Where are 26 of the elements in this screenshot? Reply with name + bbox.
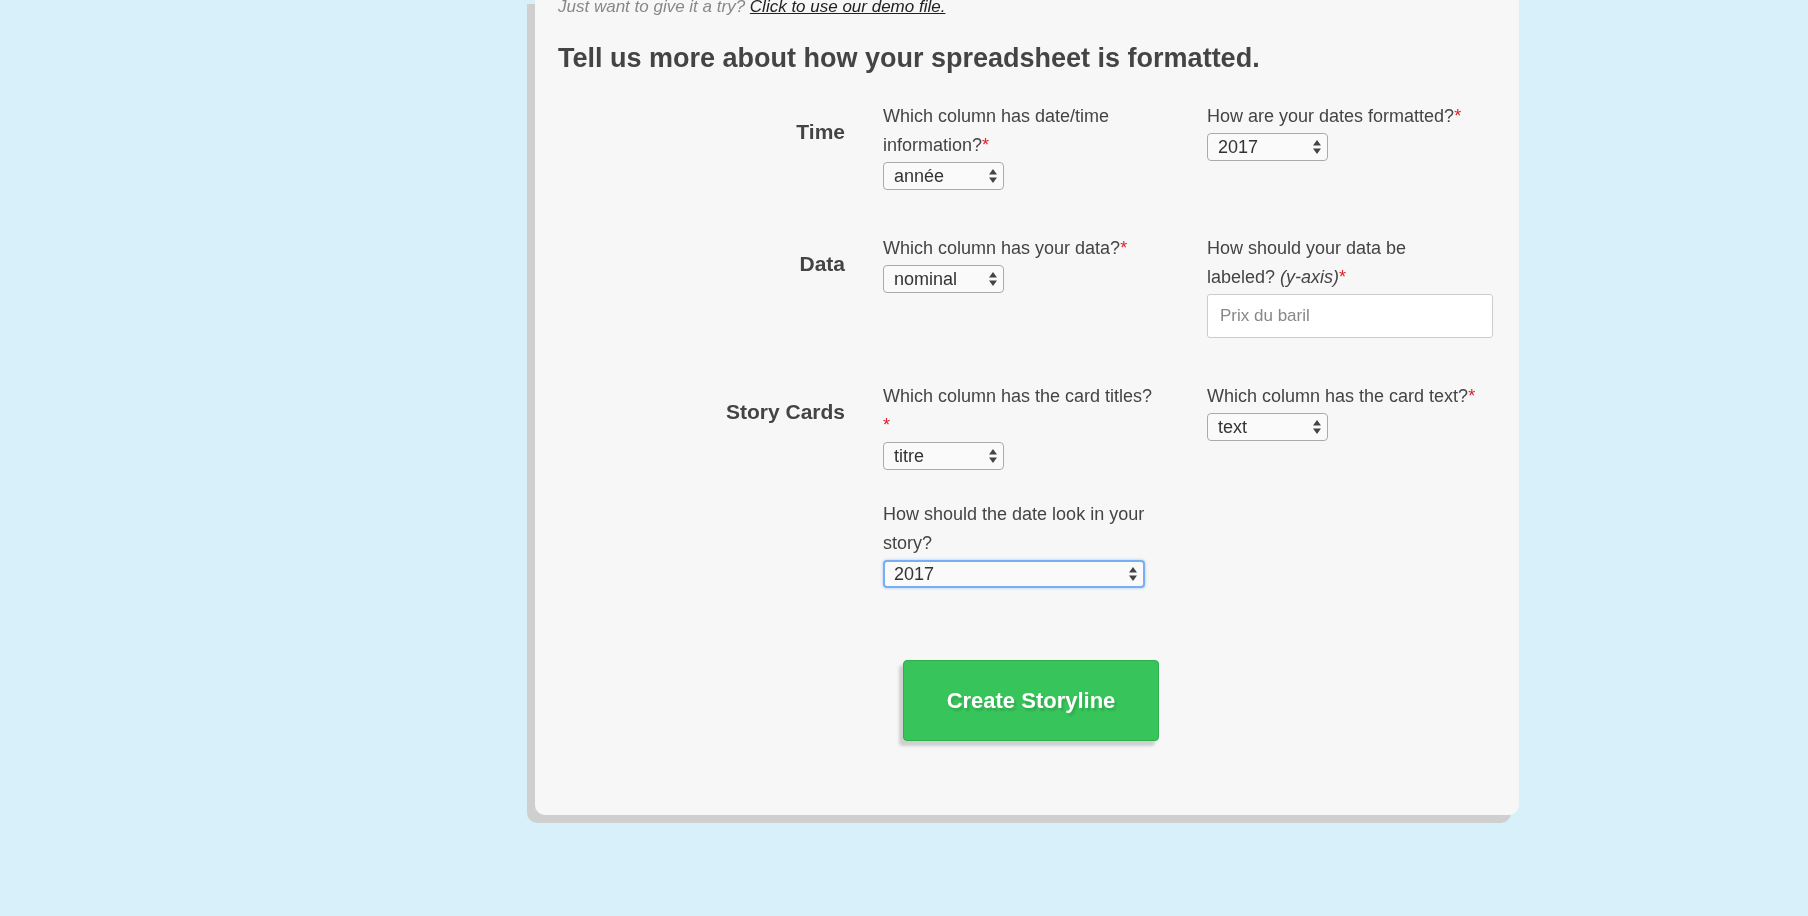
select-field[interactable]: titre	[883, 442, 1004, 470]
up-down-arrows-icon	[1129, 567, 1137, 581]
select-field[interactable]: année	[883, 162, 1004, 190]
select-field[interactable]: 2017	[1207, 133, 1328, 161]
up-down-arrows-icon	[989, 169, 997, 183]
demo-file-link[interactable]: Click to use our demo file.	[749, 0, 946, 16]
form-heading: Tell us more about how your spreadsheet is formatted.	[558, 43, 1261, 74]
up-down-arrows-icon	[1313, 140, 1321, 154]
up-down-arrows-icon	[1313, 420, 1321, 434]
section-label: Time	[796, 119, 845, 144]
select-field[interactable]: nominal	[883, 265, 1004, 293]
select-field[interactable]: text	[1207, 413, 1328, 441]
field-label: Which column has the card titles? *	[883, 385, 1153, 437]
field-label: How should the date look in your story?	[883, 503, 1146, 555]
section-label: Story Cards	[725, 399, 845, 424]
field-label: How should your data be labeled? (y-axis)*	[1207, 237, 1408, 289]
up-down-arrows-icon	[989, 449, 997, 463]
field-label: Which column has your data?*	[883, 237, 1129, 260]
field-label: Which column has the card text?*	[1207, 385, 1477, 408]
select-field[interactable]: 2017	[883, 560, 1145, 588]
section-label: Data	[799, 251, 845, 276]
field-label: How are your dates formatted?*	[1207, 105, 1463, 128]
field-label: Which column has date/time information?*	[883, 105, 1111, 157]
up-down-arrows-icon	[989, 272, 997, 286]
demo-hint-text: Just want to give it a try? Click to use our demo file.	[558, 0, 947, 18]
text-input-field[interactable]: Prix du baril	[1207, 294, 1493, 338]
